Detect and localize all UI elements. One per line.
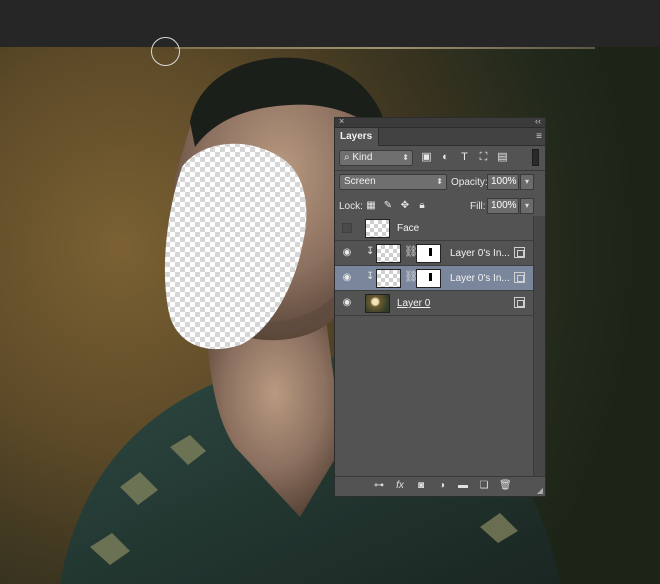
blend-row: Screen ⬍ Opacity: 100% ▾: [335, 171, 545, 195]
fill-label: Fill:: [470, 201, 486, 212]
lock-position-icon[interactable]: ✥: [399, 200, 411, 212]
smart-object-filter-icon[interactable]: ▤: [496, 150, 509, 164]
new-group-icon[interactable]: ▬: [457, 480, 469, 492]
layer-name: Face: [397, 223, 420, 234]
layer-name: Layer 0's In...: [450, 248, 510, 259]
layer-row-adjustment-2[interactable]: ◉ ↧ ⛓ Layer 0's In...: [335, 266, 535, 291]
adjustment-layer-icon[interactable]: ◑: [436, 480, 448, 492]
layer-row-adjustment-1[interactable]: ◉ ↧ ⛓ Layer 0's In...: [335, 241, 535, 266]
opacity-label: Opacity:: [451, 177, 488, 188]
layer-mask-thumbnail[interactable]: [416, 269, 441, 288]
type-filter-icon[interactable]: T: [458, 150, 471, 164]
close-icon[interactable]: ×: [339, 116, 344, 126]
search-icon: ⌕: [344, 152, 350, 163]
layer-name: Layer 0: [397, 298, 431, 309]
delete-layer-icon[interactable]: 🗑︎: [499, 480, 512, 492]
panel-menu-icon[interactable]: ≡: [536, 131, 542, 142]
eye-icon[interactable]: ◉: [340, 247, 354, 259]
lock-all-icon[interactable]: 🔒︎: [416, 200, 428, 212]
layers-panel: × ‹‹ Layers ≡ ⌕ Kind ⬍ ▣ ◐ T ⛶ ▤ Screen …: [334, 116, 546, 497]
layer-thumbnail: [365, 294, 390, 313]
smart-object-badge-icon: [514, 247, 525, 258]
link-layers-icon[interactable]: ⊶: [373, 480, 385, 492]
resize-grip-icon[interactable]: ◢: [537, 486, 543, 495]
blend-mode-value: Screen: [344, 176, 376, 187]
adjustment-filter-icon[interactable]: ◐: [439, 150, 452, 164]
panel-footer: ⊶ fx ◙ ◑ ▬ ❏ 🗑︎ ◢: [335, 476, 545, 496]
filter-row: ⌕ Kind ⬍ ▣ ◐ T ⛶ ▤: [335, 146, 545, 170]
add-mask-icon[interactable]: ◙: [415, 480, 427, 492]
smart-object-badge-icon: [514, 297, 525, 308]
eye-icon[interactable]: ◉: [340, 272, 354, 284]
tab-layers[interactable]: Layers: [335, 128, 379, 146]
panel-tab-row: Layers ≡: [335, 128, 545, 146]
layer-name: Layer 0's In...: [450, 273, 510, 284]
layer-thumbnail: [365, 219, 390, 238]
portrait-photo: [60, 57, 560, 584]
layer-row-face[interactable]: Face: [335, 216, 535, 241]
fx-icon[interactable]: fx: [394, 480, 406, 492]
layer-thumbnail: [376, 244, 401, 263]
shape-filter-icon[interactable]: ⛶: [477, 150, 490, 164]
collapse-icon[interactable]: ‹‹: [535, 116, 541, 126]
lock-transparent-pixels-icon[interactable]: ▦: [365, 200, 377, 212]
lock-image-pixels-icon[interactable]: ✎: [382, 200, 394, 212]
kind-filter-select[interactable]: ⌕ Kind ⬍: [339, 150, 413, 166]
new-layer-icon[interactable]: ❏: [478, 480, 490, 492]
clipping-arrow-icon: ↧: [366, 271, 375, 282]
lock-label: Lock:: [339, 201, 363, 212]
opacity-dropdown[interactable]: ▾: [520, 174, 534, 190]
chevron-down-icon: ⬍: [436, 177, 443, 186]
layers-scrollbar[interactable]: [533, 216, 545, 478]
fill-field[interactable]: 100%: [487, 198, 519, 214]
layer-row-layer-0[interactable]: ◉ Layer 0: [335, 291, 535, 316]
panel-title-bar: × ‹‹: [335, 116, 545, 128]
layers-list: Face ◉ ↧ ⛓ Layer 0's In... ◉ ↧ ⛓ Layer 0…: [335, 216, 535, 478]
kind-filter-label: Kind: [352, 152, 373, 163]
layer-mask-thumbnail[interactable]: [416, 244, 441, 263]
fill-dropdown[interactable]: ▾: [520, 198, 534, 214]
clipping-arrow-icon: ↧: [366, 246, 375, 257]
blend-mode-select[interactable]: Screen ⬍: [339, 174, 447, 190]
filter-toggle[interactable]: [532, 149, 539, 166]
visibility-toggle-off[interactable]: [342, 223, 352, 233]
opacity-field[interactable]: 100%: [487, 174, 519, 190]
document-canvas[interactable]: [0, 47, 660, 584]
brush-cursor: [151, 37, 180, 66]
smart-object-badge-icon: [514, 272, 525, 283]
options-bar: [0, 0, 660, 47]
eye-icon[interactable]: ◉: [340, 297, 354, 309]
layer-thumbnail: [376, 269, 401, 288]
image-filter-icon[interactable]: ▣: [420, 150, 433, 164]
chevron-down-icon: ⬍: [402, 153, 409, 162]
